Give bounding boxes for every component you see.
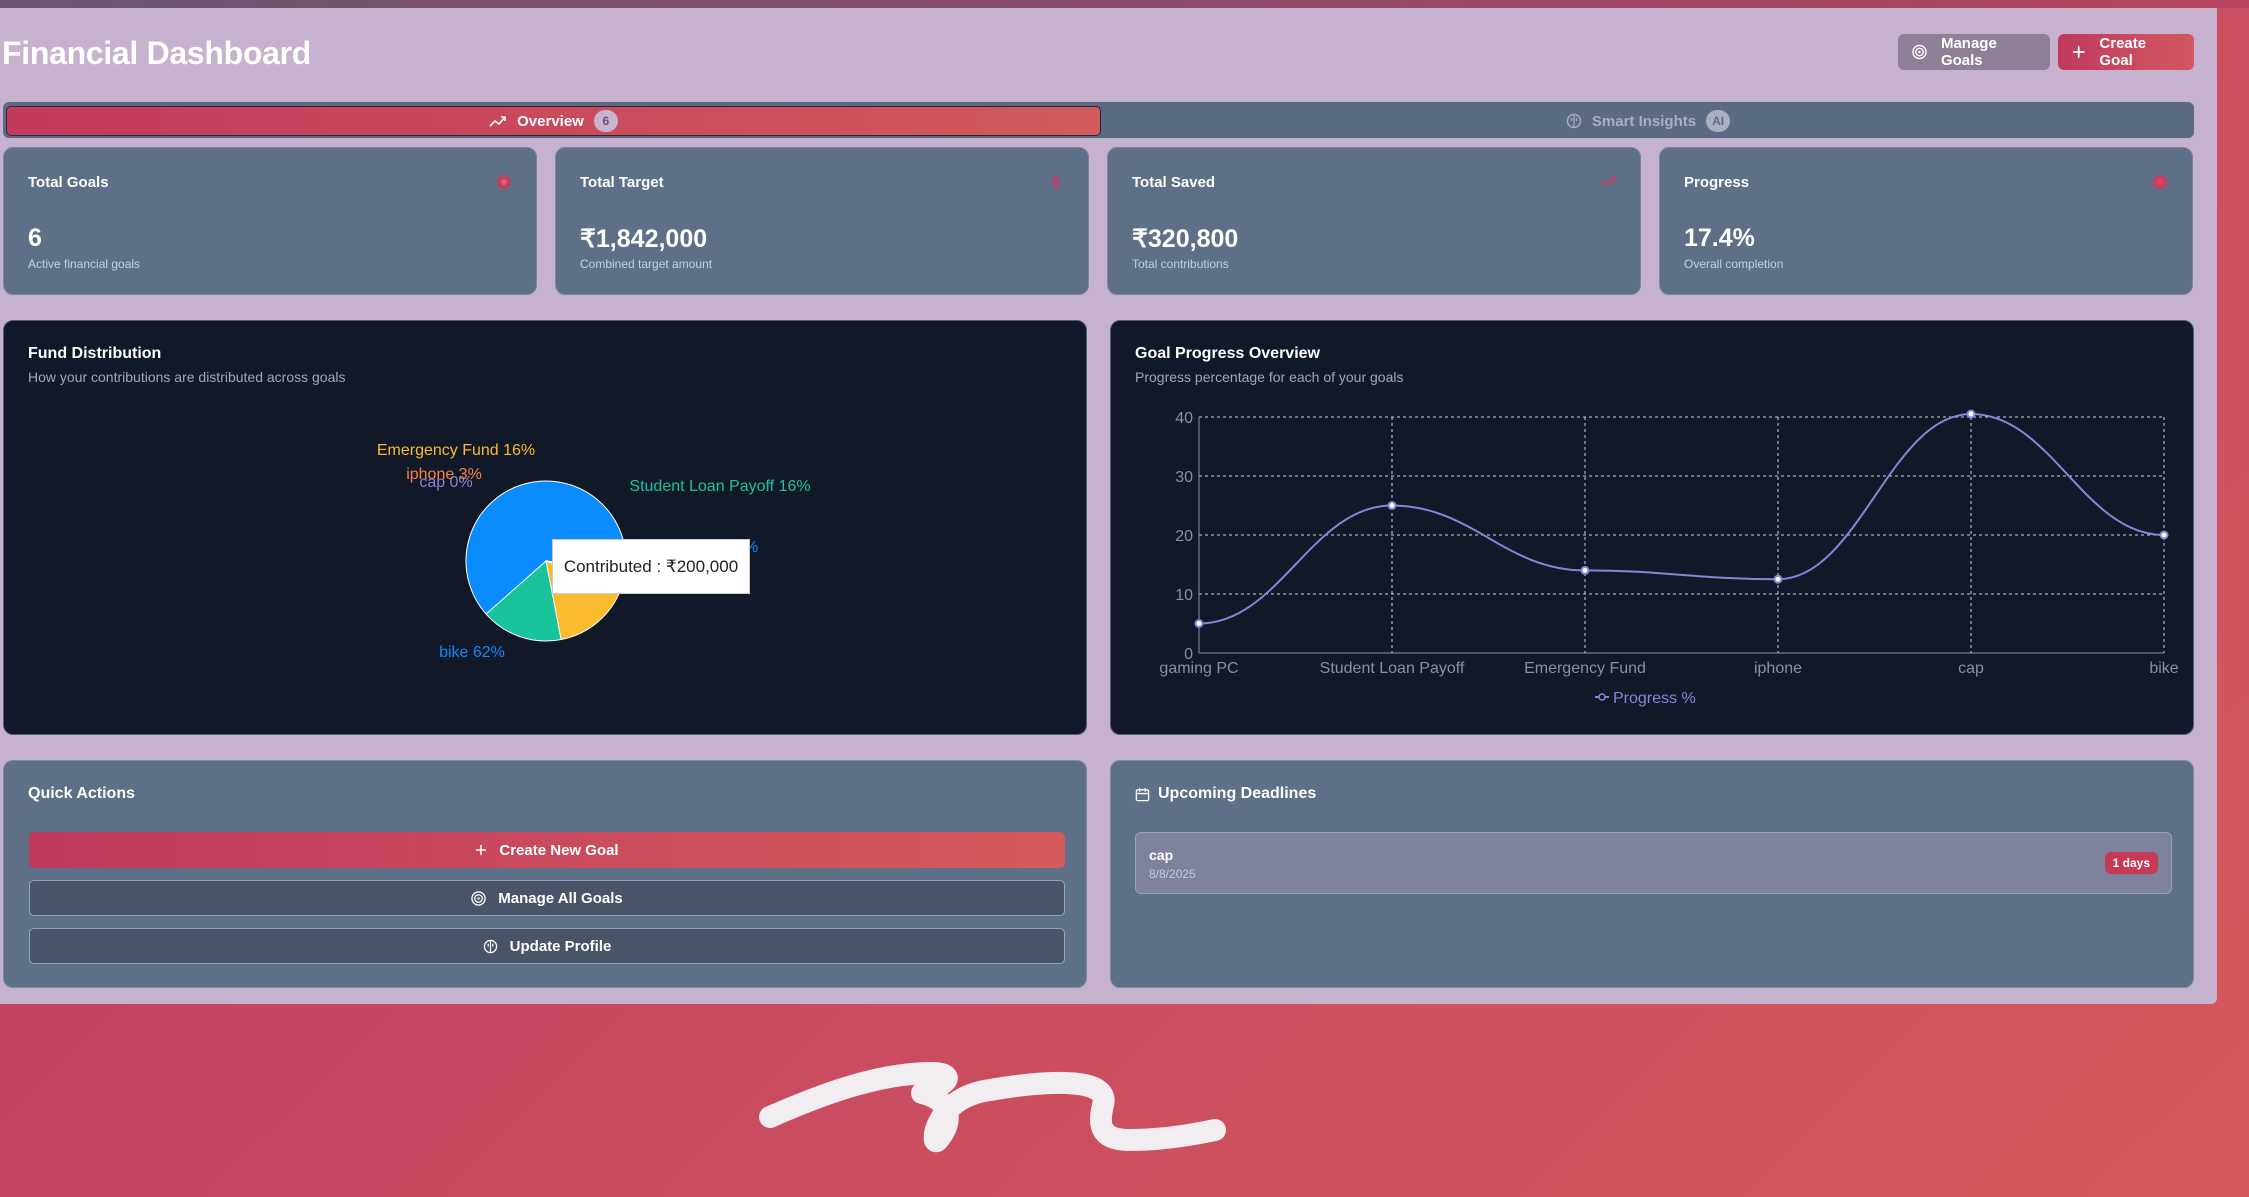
tab-overview-badge: 6 (593, 110, 618, 132)
chart-tooltip: Contributed : ₹200,000 (552, 539, 750, 594)
data-point-emergency-fund[interactable] (1580, 565, 1590, 575)
upcoming-deadlines-panel: Upcoming Deadlines cap 8/8/2025 1 days (1110, 760, 2194, 988)
data-point-student-loan-payoff[interactable] (1387, 501, 1397, 510)
upcoming-deadlines-header: Upcoming Deadlines (1135, 785, 1316, 803)
tab-smart-insights-label: Smart Insights (1591, 112, 1697, 130)
quick-actions-title: Quick Actions (28, 785, 135, 802)
x-tick-label: cap (1958, 660, 1984, 677)
data-point-bike[interactable] (2159, 530, 2169, 540)
stat-sub: Overall completion (1684, 257, 1784, 271)
legend-marker (1598, 693, 1606, 701)
pie-chart: bike 62%cap 0%iphone 3%Emergency Fund 16… (377, 442, 811, 661)
y-tick-label: 30 (1175, 469, 1193, 486)
dashboard-page: Financial Dashboard Manage Goals Create … (0, 8, 2217, 1004)
x-tick-label: Emergency Fund (1524, 660, 1646, 677)
dollar-icon (1051, 175, 1061, 189)
stat-sub: Active financial goals (28, 257, 141, 271)
tab-overview[interactable]: Overview 6 (6, 106, 1101, 136)
target-icon (471, 890, 486, 906)
page-title: Financial Dashboard (2, 35, 312, 71)
tab-overview-label: Overview (517, 112, 584, 130)
stat-label: Total Saved (1132, 174, 1216, 191)
deadline-item[interactable]: cap 8/8/2025 1 days (1135, 832, 2172, 894)
stat-label: Progress (1684, 174, 1750, 191)
stat-sub: Combined target amount (580, 257, 713, 271)
data-point-gaming-pc[interactable] (1194, 619, 1204, 628)
update-profile-label: Update Profile (509, 937, 612, 955)
brain-icon (1566, 113, 1582, 129)
pie-label-bike: bike 62% (439, 644, 505, 661)
chart-legend: Progress % (1595, 690, 1696, 707)
deadline-date: 8/8/2025 (1149, 867, 1196, 881)
pie-label-student-loan-payoff: Student Loan Payoff 16% (629, 478, 810, 495)
create-new-goal-label: Create New Goal (499, 841, 619, 859)
line-chart: 010203040gaming PC Student Loan Payoff Eme… (1159, 409, 2179, 707)
fund-distribution-card: Fund Distribution How your contributions… (3, 320, 1087, 735)
trending-up-icon (489, 116, 506, 127)
y-tick-label: 10 (1175, 587, 1193, 604)
deadline-name: cap (1149, 847, 1174, 863)
create-new-goal-button[interactable]: Create New Goal (29, 832, 1065, 868)
y-tick-label: 40 (1175, 410, 1193, 427)
x-tick-label: bike (2149, 660, 2178, 677)
y-tick-label: 20 (1175, 528, 1193, 545)
goal-progress-card: Goal Progress Overview Progress percenta… (1110, 320, 2194, 735)
plus-icon (2072, 46, 2085, 58)
manage-goals-button[interactable]: Manage Goals (1898, 34, 2050, 70)
stat-label: Total Goals (28, 174, 109, 191)
x-tick-label: Student Loan Payoff (1320, 660, 1465, 677)
update-profile-button[interactable]: Update Profile (29, 928, 1065, 964)
x-tick-label: iphone (1754, 660, 1802, 677)
days-left-badge: 1 days (2104, 852, 2158, 874)
manage-all-goals-label: Manage All Goals (498, 889, 623, 907)
stat-card-progress: Progress 17.4% Overall completion (1659, 147, 2193, 295)
target-icon (1912, 44, 1927, 60)
target-icon (497, 175, 511, 189)
stat-value: 6 (28, 224, 42, 252)
brain-icon (483, 939, 497, 953)
stat-card-total-target: Total Target ₹1,842,000 Combined target … (555, 147, 1089, 295)
trending-up-icon (1600, 177, 1616, 187)
quick-actions-panel: Quick Actions Create New Goal Manage All… (3, 760, 1087, 988)
stat-label: Total Target (580, 174, 664, 191)
tab-smart-insights[interactable]: Smart Insights AI (1103, 106, 2193, 136)
stat-card-total-saved: Total Saved ₹320,800 Total contributions (1107, 147, 1641, 295)
manage-goals-label: Manage Goals (1940, 35, 1997, 69)
pie-label-emergency-fund: Emergency Fund 16% (377, 442, 535, 459)
award-icon (2153, 175, 2167, 189)
upcoming-deadlines-title: Upcoming Deadlines (1158, 785, 1317, 802)
stat-sub: Total contributions (1132, 257, 1229, 271)
create-goal-label: Create Goal (2099, 35, 2147, 69)
pie-label-iphone: iphone 3% (406, 466, 482, 483)
stat-value: 17.4% (1684, 224, 1755, 252)
create-goal-button[interactable]: Create Goal (2058, 34, 2194, 70)
plus-icon (476, 845, 487, 855)
manage-all-goals-button[interactable]: Manage All Goals (29, 880, 1065, 916)
stat-value: ₹320,800 (1132, 225, 1239, 253)
stat-card-total-goals: Total Goals 6 Active financial goals (3, 147, 537, 295)
tab-bar: Overview 6 Smart Insights AI (3, 102, 2194, 138)
x-tick-label: gaming PC (1159, 660, 1238, 677)
progress-line (1198, 413, 2165, 625)
tab-smart-insights-badge: AI (1706, 110, 1731, 132)
legend-label: Progress % (1613, 690, 1696, 707)
calendar-icon (1135, 787, 1150, 801)
stat-value: ₹1,842,000 (580, 225, 708, 253)
data-point-iphone[interactable] (1773, 574, 1783, 584)
browser-top-strip (0, 0, 2249, 8)
data-point-cap[interactable] (1966, 409, 1976, 419)
